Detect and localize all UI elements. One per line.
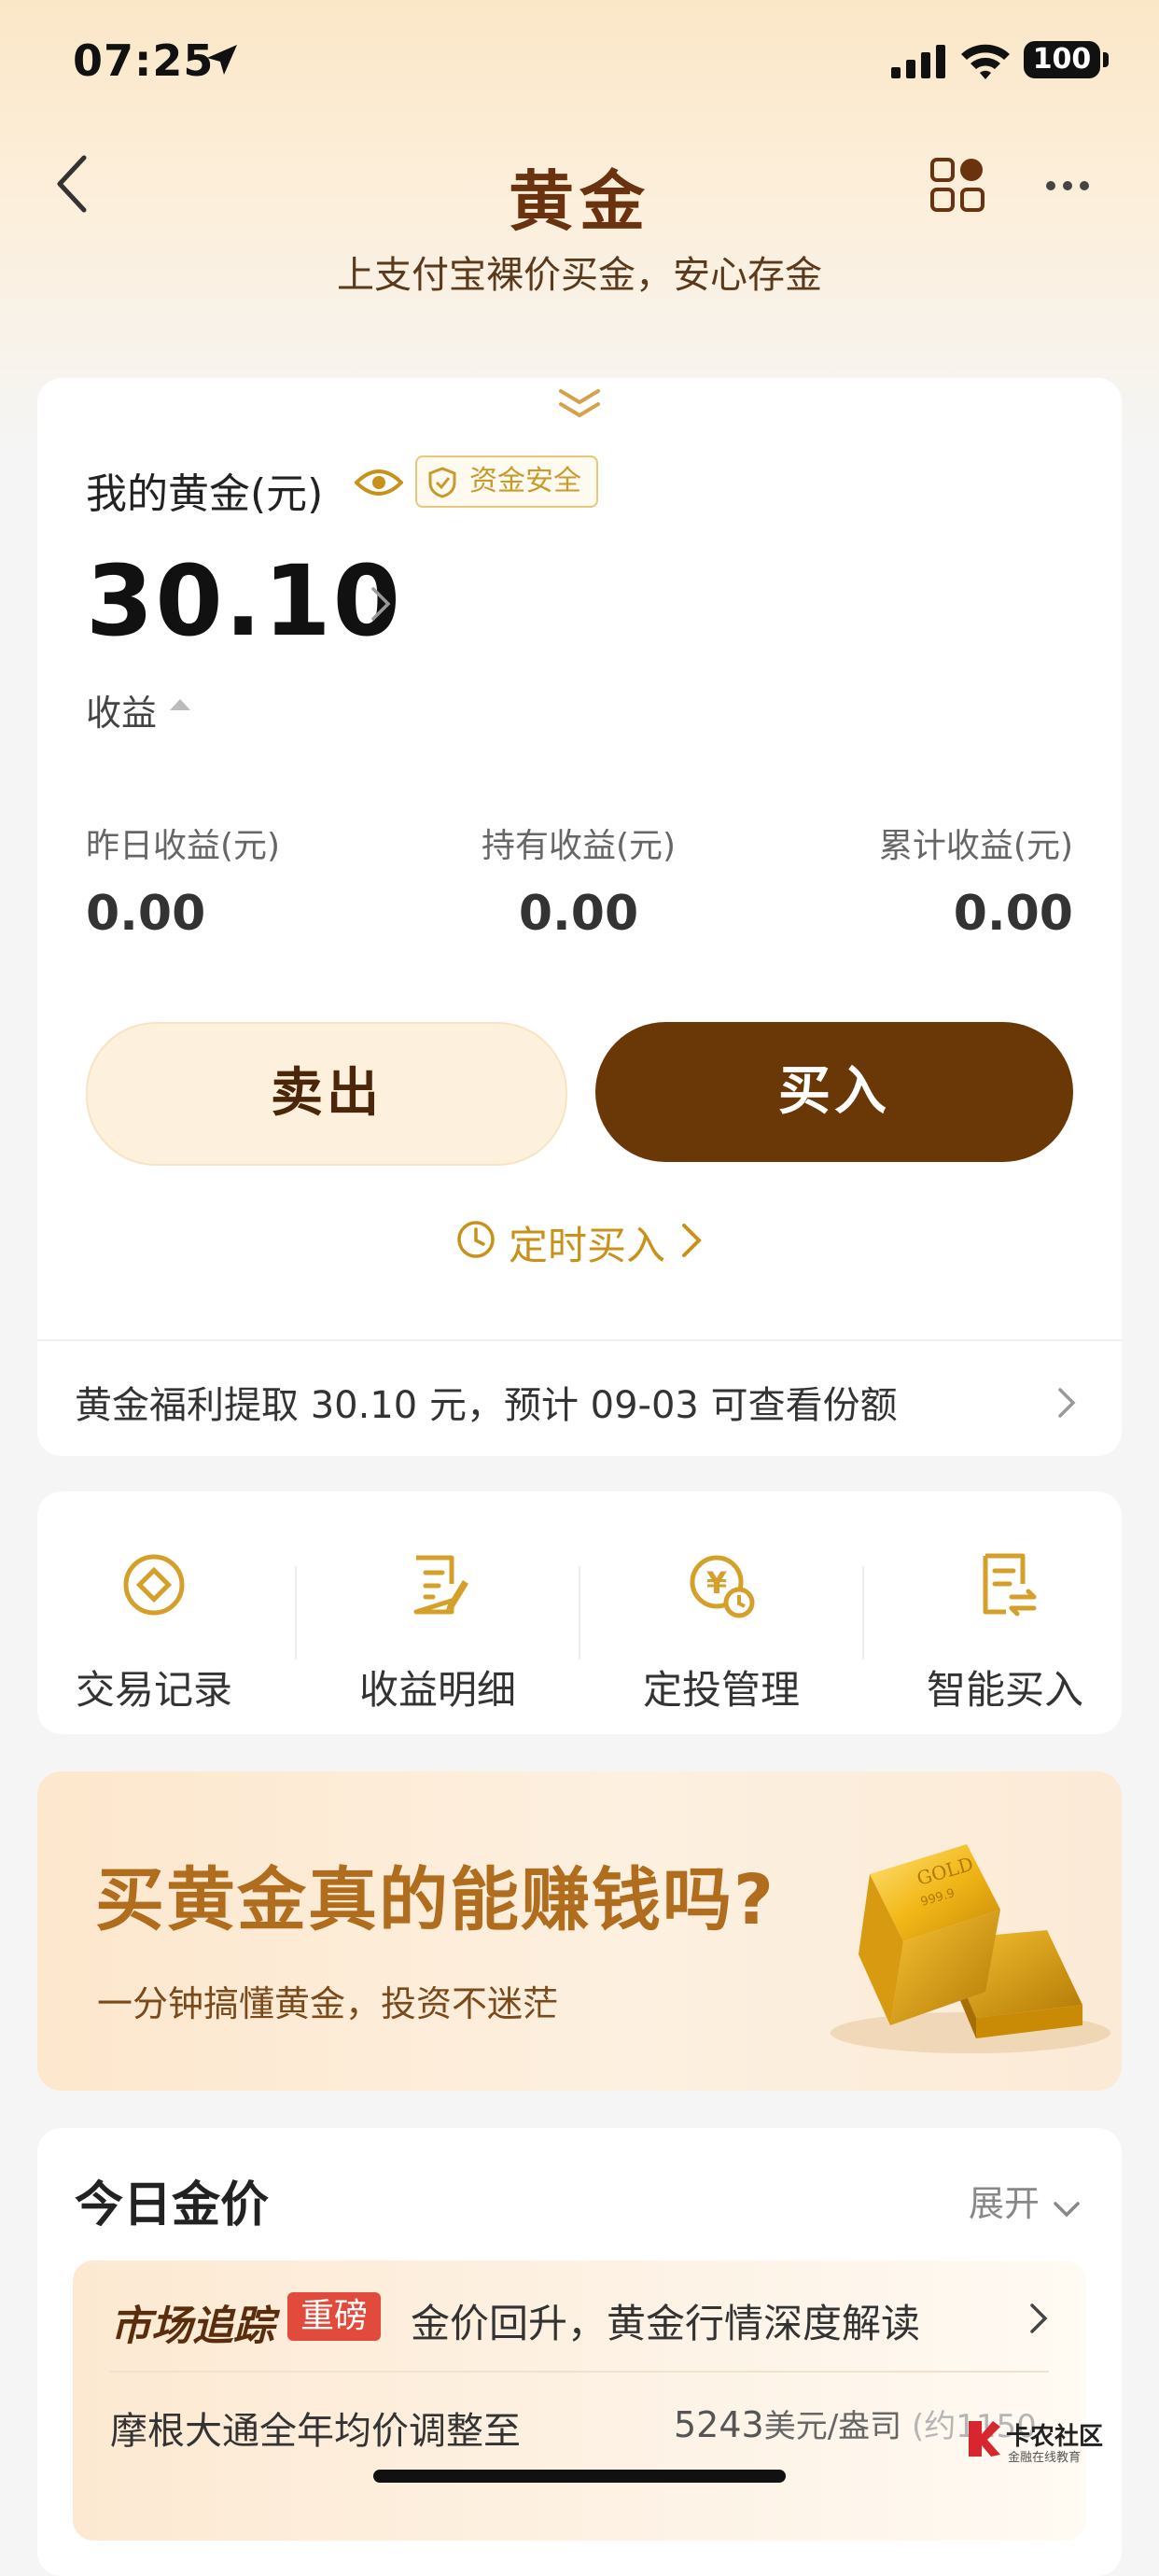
home-indicator[interactable] — [373, 2470, 786, 2483]
market-news-panel[interactable]: 市场追踪 重磅 金价回升，黄金行情深度解读 摩根大通全年均价调整至 5243美元… — [73, 2261, 1086, 2541]
clock-icon — [456, 1220, 496, 1268]
news-headline: 金价回升，黄金行情深度解读 — [411, 2301, 921, 2346]
fund-safety-text: 资金安全 — [469, 465, 581, 497]
chevron-right-icon[interactable] — [1056, 1386, 1077, 1423]
shield-icon — [428, 466, 456, 514]
collapse-chevron-icon[interactable] — [555, 385, 604, 427]
gold-bars-image: GOLD 999.9 — [803, 1809, 1110, 2074]
income-label[interactable]: 收益 — [86, 684, 157, 735]
quick-action-investment-plan[interactable]: ¥ 定投管理 — [605, 1543, 838, 1715]
gold-account-card: 我的黄金(元) 资金安全 30.10 收益 昨日收益(元) 0.00 持有收益(… — [37, 378, 1122, 1456]
stat-label: 持有收益(元) — [481, 827, 677, 865]
stat-label: 累计收益(元) — [878, 827, 1073, 865]
watermark-logo-icon — [965, 2417, 1002, 2462]
status-time: 07:25 — [73, 35, 215, 86]
banner-subtitle: 一分钟搞懂黄金，投资不迷茫 — [97, 1983, 559, 2024]
battery-tip — [1103, 52, 1109, 67]
watermark: 卡农社区 金融在线教育 — [965, 2417, 1150, 2465]
promo-banner[interactable]: 买黄金真的能赚钱吗? 一分钟搞懂黄金，投资不迷茫 GOLD 999.9 — [37, 1771, 1122, 2091]
stat-label: 昨日收益(元) — [86, 827, 281, 865]
expand-label: 展开 — [968, 2183, 1040, 2224]
buy-button[interactable]: 买入 — [595, 1022, 1073, 1162]
divider — [37, 1339, 1122, 1341]
stat-value: 0.00 — [953, 886, 1073, 942]
divider — [862, 1566, 864, 1659]
headline-tag: 重磅 — [287, 2292, 382, 2341]
sell-button[interactable]: 卖出 — [86, 1022, 567, 1166]
quick-action-income-detail[interactable]: 收益明细 — [321, 1543, 554, 1715]
income-detail-icon — [321, 1543, 554, 1627]
yesterday-income-stat: 昨日收益(元) 0.00 — [86, 819, 280, 942]
page-subtitle: 上支付宝裸价买金，安心存金 — [337, 254, 822, 297]
quick-action-label: 交易记录 — [75, 1667, 232, 1713]
gold-amount[interactable]: 30.10 — [86, 544, 402, 658]
record-icon — [37, 1543, 271, 1627]
today-price-title: 今日金价 — [75, 2177, 270, 2233]
quick-action-smart-buy[interactable]: 智能买入 — [888, 1543, 1122, 1715]
total-income-stat: 累计收益(元) 0.00 — [879, 819, 1073, 942]
divider — [579, 1566, 580, 1659]
banner-title: 买黄金真的能赚钱吗? — [95, 1860, 775, 1940]
price-unit: 美元/盎司 — [763, 2408, 902, 2445]
welfare-notice[interactable]: 黄金福利提取 30.10 元，预计 09-03 可查看份额 — [75, 1375, 898, 1429]
fund-safety-badge[interactable]: 资金安全 — [415, 455, 598, 508]
more-options-icon[interactable] — [1045, 177, 1090, 195]
chevron-right-icon[interactable] — [1028, 2302, 1049, 2339]
svg-text:¥: ¥ — [706, 1565, 727, 1601]
battery-indicator: 100 — [1024, 41, 1100, 78]
wifi-icon — [959, 41, 1012, 84]
stat-value: 0.00 — [518, 886, 639, 942]
market-tracker-brand: 市场追踪 — [110, 2303, 274, 2350]
today-price-card: 今日金价 展开 市场追踪 重磅 金价回升，黄金行情深度解读 摩根大通全年均价调整… — [37, 2128, 1122, 2576]
cellular-signal-icon — [891, 45, 947, 82]
quick-actions-card: 交易记录 收益明细 ¥ 定投管理 智能买入 — [37, 1491, 1122, 1734]
quick-action-label: 收益明细 — [358, 1667, 516, 1713]
watermark-subtitle: 金融在线教育 — [1008, 2451, 1082, 2465]
investment-plan-icon: ¥ — [605, 1543, 838, 1627]
chevron-down-icon — [1053, 2186, 1081, 2227]
app-grid-icon[interactable] — [929, 157, 985, 217]
timed-buy-label: 定时买入 — [508, 1223, 665, 1268]
eye-icon[interactable] — [354, 464, 404, 505]
quick-action-label: 定投管理 — [642, 1667, 800, 1713]
news-item-text: 摩根大通全年均价调整至 — [110, 2410, 521, 2453]
my-gold-label: 我的黄金(元) — [86, 470, 324, 518]
timed-buy-link[interactable]: 定时买入 — [37, 1214, 1122, 1271]
quick-action-label: 智能买入 — [926, 1667, 1083, 1713]
chevron-right-icon — [680, 1222, 703, 1268]
quick-action-trade-records[interactable]: 交易记录 — [37, 1543, 271, 1715]
caret-up-icon — [170, 699, 190, 710]
divider — [110, 2371, 1049, 2373]
location-arrow-icon — [203, 41, 241, 82]
stat-value: 0.00 — [86, 886, 206, 942]
expand-toggle[interactable]: 展开 — [969, 2175, 1081, 2226]
holding-income-stat: 持有收益(元) 0.00 — [429, 819, 728, 942]
price-value: 5243 — [674, 2404, 764, 2445]
divider — [295, 1566, 297, 1659]
status-bar: 07:25 100 — [0, 0, 1159, 121]
smart-buy-icon — [888, 1543, 1122, 1627]
chevron-right-icon[interactable] — [370, 585, 392, 626]
